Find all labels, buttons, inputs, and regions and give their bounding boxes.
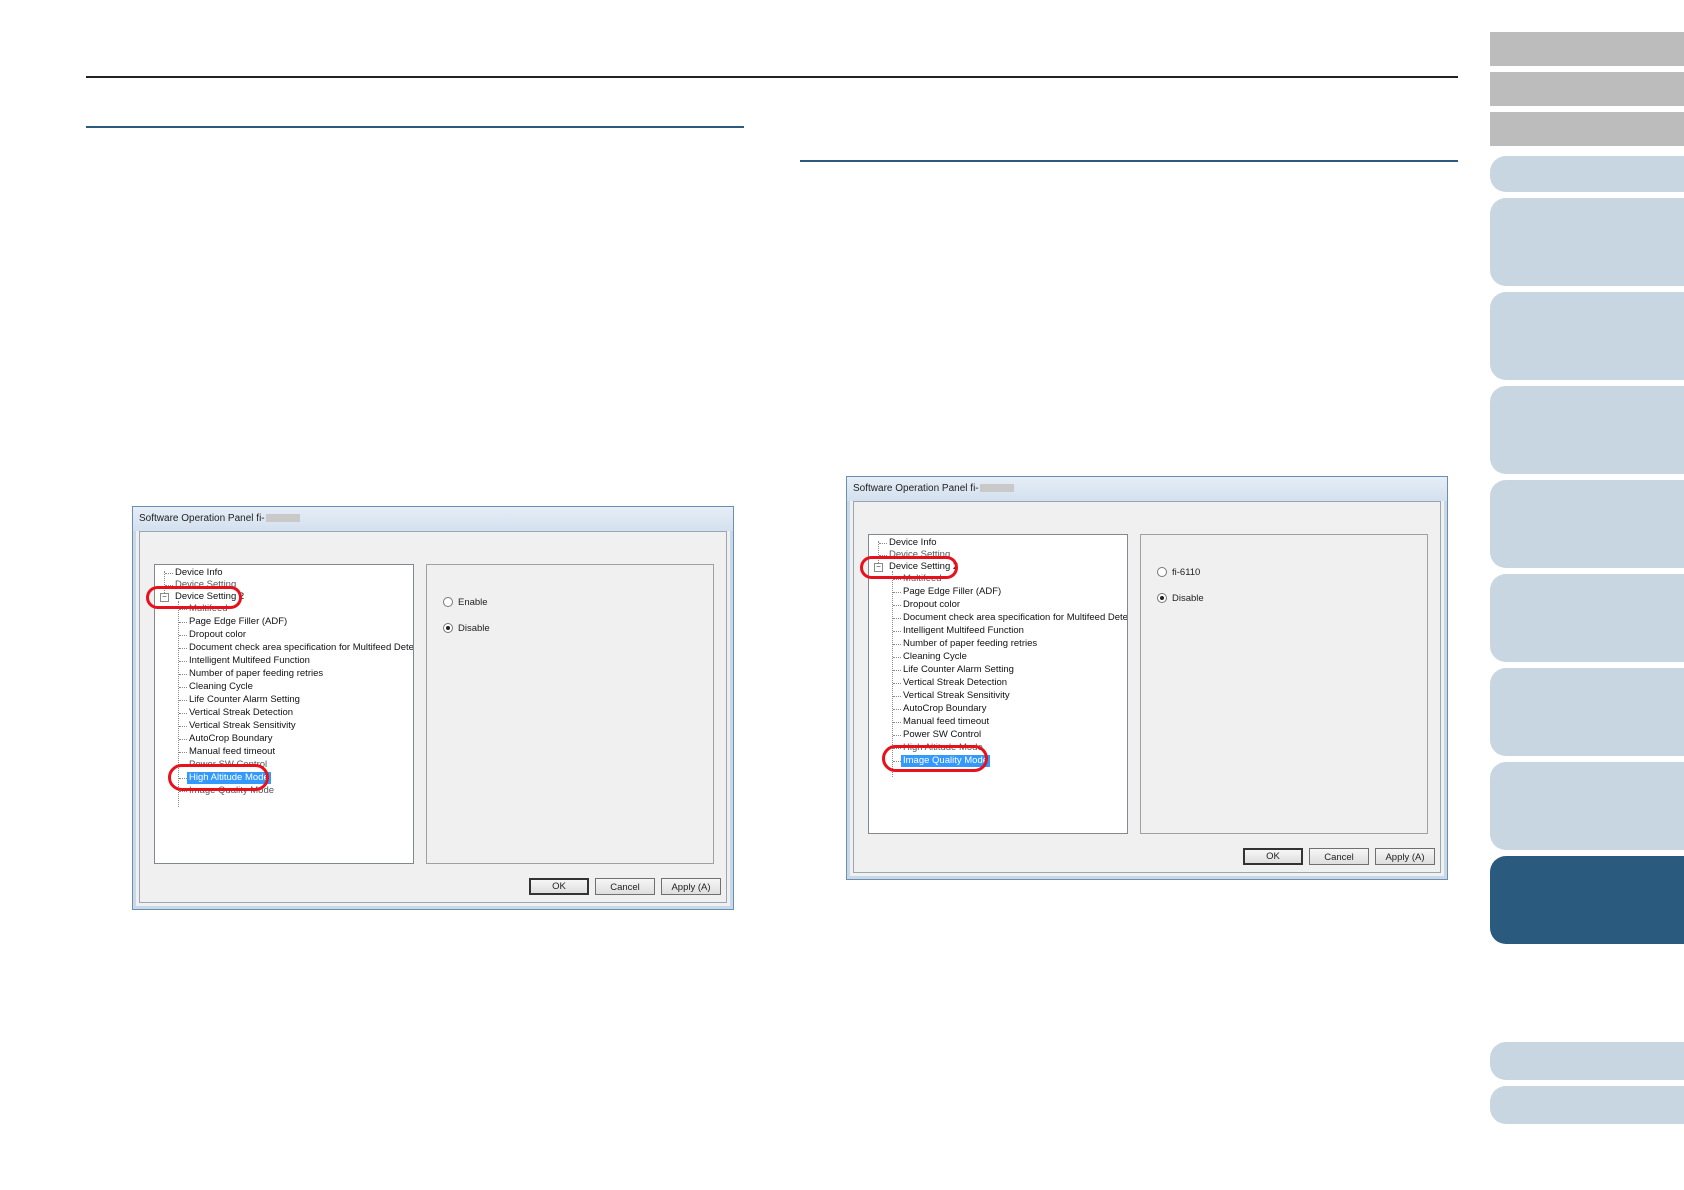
tree-item-dropout-color[interactable]: Dropout color [903, 599, 960, 611]
option-enable-label: Enable [458, 597, 488, 608]
apply-button[interactable]: Apply (A) [1375, 848, 1435, 865]
tree-item-autocrop-boundary[interactable]: AutoCrop Boundary [189, 733, 272, 745]
header-rule [86, 76, 1458, 78]
setting-panel: Enable Disable [426, 564, 714, 864]
option-enable[interactable]: Enable [443, 597, 488, 608]
tree-item-paper-feeding-retries[interactable]: Number of paper feeding retries [903, 638, 1037, 650]
nav-tab-3[interactable] [1490, 112, 1684, 146]
section-rule-right [800, 160, 1458, 162]
nav-tab-active[interactable] [1490, 856, 1684, 944]
nav-tab-7[interactable] [1490, 386, 1684, 474]
dialog-title: Software Operation Panel fi- [139, 513, 265, 524]
nav-tab-11[interactable] [1490, 762, 1684, 850]
radio-model[interactable] [1157, 567, 1167, 578]
nav-tab-10[interactable] [1490, 668, 1684, 756]
apply-button[interactable]: Apply (A) [661, 878, 721, 895]
dialog-titlebar: Software Operation Panel fi- [133, 507, 733, 531]
highlight-ring-device-setting-2 [146, 586, 242, 609]
tree-item-power-sw-control[interactable]: Power SW Control [903, 729, 981, 741]
tree-item-life-counter-alarm[interactable]: Life Counter Alarm Setting [903, 664, 1014, 676]
tree-item-paper-feeding-retries[interactable]: Number of paper feeding retries [189, 668, 323, 680]
tree-item-autocrop-boundary[interactable]: AutoCrop Boundary [903, 703, 986, 715]
nav-tab-4[interactable] [1490, 156, 1684, 192]
software-operation-panel-dialog-right: Software Operation Panel fi- Device Info… [846, 476, 1448, 880]
nav-tab-last[interactable] [1490, 1086, 1684, 1124]
cancel-button[interactable]: Cancel [595, 878, 655, 895]
option-disable-label: Disable [458, 623, 490, 634]
nav-tab-8[interactable] [1490, 480, 1684, 568]
radio-enable[interactable] [443, 597, 453, 608]
settings-tree[interactable]: Device Info Device Setting − Device Sett… [868, 534, 1128, 834]
option-disable[interactable]: Disable [1157, 593, 1204, 604]
tree-item-life-counter-alarm[interactable]: Life Counter Alarm Setting [189, 694, 300, 706]
tree-item-page-edge-filler[interactable]: Page Edge Filler (ADF) [189, 616, 287, 628]
nav-tab-5[interactable] [1490, 198, 1684, 286]
tree-item-manual-feed-timeout[interactable]: Manual feed timeout [189, 746, 275, 758]
tree-item-cleaning-cycle[interactable]: Cleaning Cycle [903, 651, 967, 663]
tree-item-vertical-streak-sensitivity[interactable]: Vertical Streak Sensitivity [903, 690, 1010, 702]
tree-item-dropout-color[interactable]: Dropout color [189, 629, 246, 641]
tree-item-document-check-area[interactable]: Document check area specification for Mu… [189, 642, 413, 654]
nav-tab-index[interactable] [1490, 1042, 1684, 1080]
tree-item-document-check-area[interactable]: Document check area specification for Mu… [903, 612, 1127, 624]
tree-item-intelligent-multifeed[interactable]: Intelligent Multifeed Function [189, 655, 310, 667]
tree-item-device-info[interactable]: Device Info [175, 567, 223, 579]
setting-panel: fi-6110 Disable [1140, 534, 1428, 834]
dialog-title: Software Operation Panel fi- [853, 483, 979, 494]
radio-disable[interactable] [1157, 593, 1167, 604]
redacted-model-number [979, 484, 1014, 493]
radio-disable[interactable] [443, 623, 453, 634]
ok-button[interactable]: OK [529, 878, 589, 895]
tree-item-vertical-streak-detection[interactable]: Vertical Streak Detection [189, 707, 293, 719]
dialog-titlebar: Software Operation Panel fi- [847, 477, 1447, 501]
tree-item-device-info[interactable]: Device Info [889, 537, 937, 549]
ok-button[interactable]: OK [1243, 848, 1303, 865]
tree-item-manual-feed-timeout[interactable]: Manual feed timeout [903, 716, 989, 728]
option-model[interactable]: fi-6110 [1157, 567, 1200, 578]
tree-item-page-edge-filler[interactable]: Page Edge Filler (ADF) [903, 586, 1001, 598]
settings-tree[interactable]: Device Info Device Setting − Device Sett… [154, 564, 414, 864]
nav-tab-2[interactable] [1490, 72, 1684, 106]
highlight-ring-device-setting-2 [860, 556, 958, 579]
option-disable[interactable]: Disable [443, 623, 490, 634]
tree-item-vertical-streak-detection[interactable]: Vertical Streak Detection [903, 677, 1007, 689]
tree-item-intelligent-multifeed[interactable]: Intelligent Multifeed Function [903, 625, 1024, 637]
option-model-label: fi-6110 [1172, 567, 1201, 578]
highlight-ring-high-altitude-mode [168, 764, 269, 791]
section-rule-left [86, 126, 744, 128]
highlight-ring-image-quality-mode [882, 745, 988, 772]
cancel-button[interactable]: Cancel [1309, 848, 1369, 865]
nav-tab-1[interactable] [1490, 32, 1684, 66]
tree-item-vertical-streak-sensitivity[interactable]: Vertical Streak Sensitivity [189, 720, 296, 732]
nav-tab-6[interactable] [1490, 292, 1684, 380]
software-operation-panel-dialog-left: Software Operation Panel fi- Device Info… [132, 506, 734, 910]
redacted-model-number [265, 514, 300, 523]
nav-tab-9[interactable] [1490, 574, 1684, 662]
tree-item-cleaning-cycle[interactable]: Cleaning Cycle [189, 681, 253, 693]
option-disable-label: Disable [1172, 593, 1204, 604]
